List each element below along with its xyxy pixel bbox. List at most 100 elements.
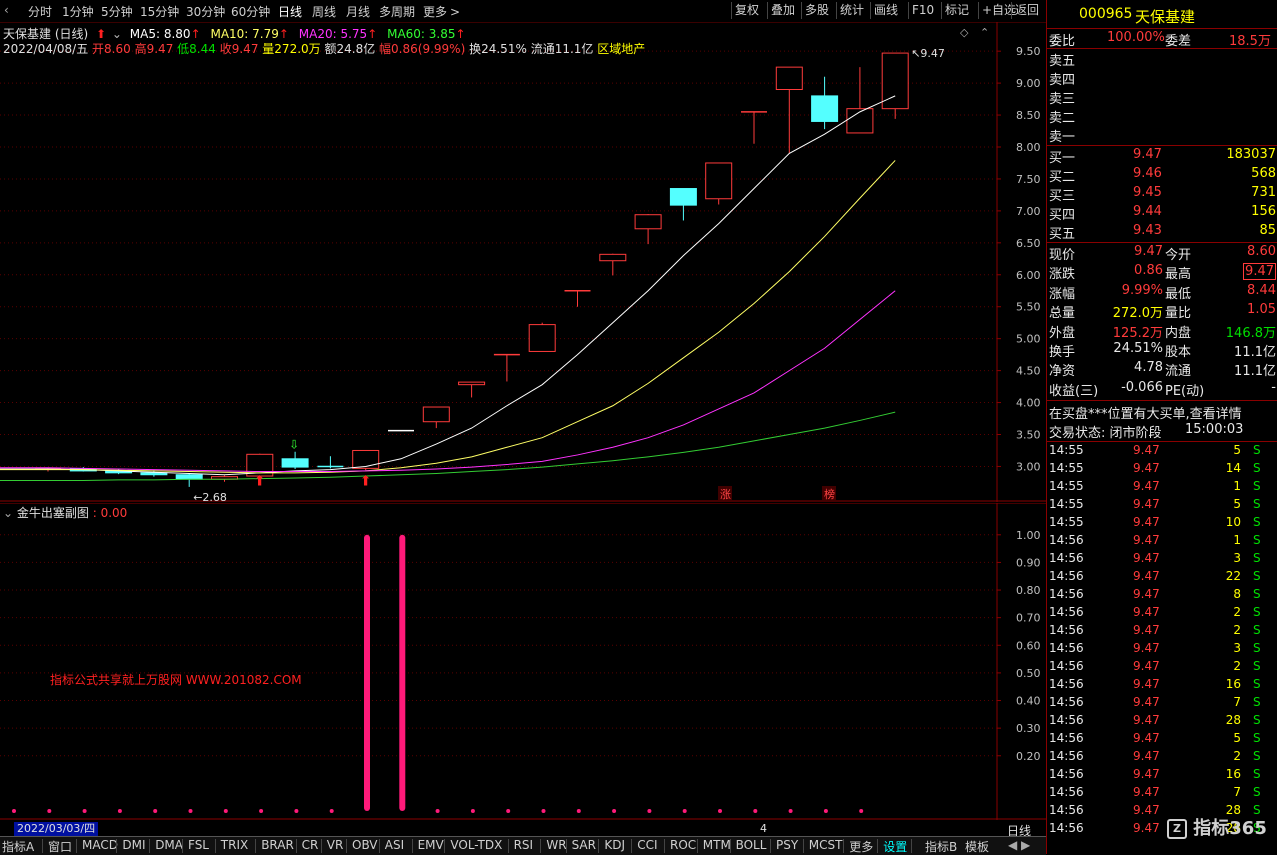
indicator-tab-5[interactable]: FSL (188, 838, 209, 852)
indicator-tab-0[interactable]: 指标A (2, 838, 34, 855)
y-tick-label: 6.00 (1016, 269, 1041, 282)
indicator-tab-8[interactable]: CR (302, 838, 319, 852)
candle (493, 353, 520, 382)
toolbar-button-8[interactable]: 返回 (1011, 2, 1042, 19)
indicator-tab-19[interactable]: ROC (670, 838, 696, 852)
period-toolbar: 分时 1分钟 5分钟 15分钟 30分钟 60分钟 日线 周线 月线 多周期 更多 > 复权 叠加 多股 统计… (0, 0, 1046, 23)
indicator-tab-18[interactable]: CCI (637, 838, 657, 852)
indicator-tab-1[interactable]: 窗口 (48, 838, 72, 855)
ma5-label: MA5: 8.80 (129, 27, 191, 41)
tick-row: 14:56 9.47 2 S (1049, 605, 1261, 619)
stock-name: 天保基建 (1135, 8, 1196, 26)
zero-dot (718, 809, 722, 813)
indicator-tab-16[interactable]: SAR (572, 838, 596, 852)
period-tab-4[interactable]: 30分钟 (186, 3, 225, 20)
toolbar-button-0[interactable]: 复权 (731, 2, 762, 19)
y-tick-label: 4.00 (1016, 397, 1041, 410)
stock-code: 000965 (1079, 6, 1133, 22)
quote-stat-row: 涨跌 0.86 最高 9.47 (1049, 263, 1276, 283)
indicator-menu-icon[interactable]: ⌄ (3, 506, 13, 520)
zero-dot (859, 809, 864, 813)
indicator-tab-17[interactable]: KDJ (604, 838, 625, 852)
period-tab-5[interactable]: 60分钟 (231, 3, 270, 20)
indicator-tab-14[interactable]: RSI (514, 838, 534, 852)
toolbar-button-4[interactable]: 画线 (870, 2, 901, 19)
tick-row: 14:56 9.47 22 S (1049, 569, 1261, 583)
indicator-tab-24[interactable]: 更多 (849, 838, 873, 855)
sell-level-row: 卖五 (1049, 54, 1076, 69)
indicator-tab-21[interactable]: BOLL (736, 838, 767, 852)
tick-row: 14:56 9.47 8 S (1049, 587, 1261, 601)
bar-info-line: 2022/04/08/五 开8.60 高9.47 低8.44 收9.47 量27… (3, 40, 645, 57)
kline-chart-area[interactable]: 9.50 9.00 8.50 8.00 7.50 7.00 6.50 6.00 5.50 5.00… (0, 22, 1046, 504)
scroll-arrows-icon[interactable]: ◀ ▶ (1008, 838, 1030, 852)
buy-level-row: 买四 9.44 156 (1049, 204, 1276, 223)
tick-row: 14:55 9.47 1 S (1049, 479, 1261, 493)
candle (458, 381, 486, 398)
dropdown-icon[interactable]: ⌄ (112, 27, 122, 41)
kline-chart[interactable]: 9.50 9.00 8.50 8.00 7.50 7.00 6.50 6.00 5.50 5.00… (0, 22, 1046, 504)
indicator-tab-9[interactable]: VR (327, 838, 344, 852)
diamond-icon[interactable]: ◇ (960, 26, 968, 39)
period-tab-0[interactable]: 分时 (28, 3, 52, 20)
app-logo: Z 指标365 (1167, 814, 1267, 840)
indicator-chart[interactable]: 1.00 0.90 0.80 0.70 0.60 0.50 0.40 0.30 0.20 (0, 502, 1046, 820)
toolbar-button-2[interactable]: 多股 (801, 2, 832, 19)
big-order-notice[interactable]: 在买盘***位置有大买单,查看详情 (1047, 403, 1277, 422)
toolbar-button-5[interactable]: F10 (908, 2, 937, 19)
period-tab-1[interactable]: 1分钟 (62, 3, 94, 20)
toolbar-button-1[interactable]: 叠加 (767, 2, 798, 19)
right-tab-0[interactable]: 指标B (925, 838, 957, 855)
zero-dot (541, 809, 546, 813)
indicator-tab-25[interactable]: 设置 (883, 838, 907, 855)
collapse-icon[interactable]: ⌃ (980, 26, 989, 39)
indicator-chart-area[interactable]: 1.00 0.90 0.80 0.70 0.60 0.50 0.40 0.30 0.20 ⌄ 金… (0, 502, 1046, 820)
period-tab-3[interactable]: 15分钟 (140, 3, 179, 20)
candle (317, 456, 344, 469)
buy-level-row: 买二 9.46 568 (1049, 166, 1276, 185)
indicator-tab-11[interactable]: ASI (385, 838, 404, 852)
period-tab-7[interactable]: 周线 (312, 3, 336, 20)
indicator-value: : 0.00 (92, 506, 128, 520)
indicator-tab-22[interactable]: PSY (776, 838, 798, 852)
ma20-line (47, 290, 896, 473)
y-tick-label: 9.00 (1016, 77, 1041, 90)
indicator-tab-13[interactable]: VOL-TDX (450, 838, 502, 852)
indicator-tab-23[interactable]: MCST (809, 838, 843, 852)
indicator-tab-7[interactable]: BRAR (261, 838, 294, 852)
indicator-tab-12[interactable]: EMV (418, 838, 444, 852)
period-tab-10[interactable]: 更多 > (423, 3, 460, 20)
candle (846, 67, 874, 134)
indicator-tab-4[interactable]: DMA (155, 838, 183, 852)
indicator-tab-2[interactable]: MACD (82, 838, 118, 852)
candle (175, 473, 203, 487)
tick-row: 14:56 9.47 3 S (1049, 551, 1261, 565)
sub-y-tick-label: 0.40 (1016, 695, 1041, 708)
period-tab-2[interactable]: 5分钟 (101, 3, 133, 20)
quote-panel: 000965 天保基建 委比 100.00% 委差 18.5万 卖五 卖四 卖三 卖二… (1046, 0, 1277, 854)
indicator-tab-20[interactable]: MTM (703, 838, 731, 852)
weibi-row: 委比 100.00% 委差 18.5万 (1049, 30, 1271, 49)
quote-stat-row: 涨幅 9.99% 最低 8.44 (1049, 282, 1276, 302)
indicator-tab-15[interactable]: WR (546, 838, 566, 852)
info-sector[interactable]: 区域地产 (597, 42, 645, 56)
tick-row: 14:56 9.47 7 S (1049, 695, 1261, 709)
period-tab-6[interactable]: 日线 (278, 3, 302, 20)
indicator-tab-10[interactable]: OBV (352, 838, 378, 852)
period-tab-9[interactable]: 多周期 (379, 3, 415, 20)
period-tab-8[interactable]: 月线 (346, 3, 370, 20)
toolbar-button-6[interactable]: 标记 (941, 2, 972, 19)
indicator-tab-6[interactable]: TRIX (221, 838, 248, 852)
zero-dot (47, 809, 52, 813)
sell-level-row: 卖一 (1049, 130, 1076, 145)
candle (388, 429, 414, 432)
toolbar-button-3[interactable]: 统计 (836, 2, 867, 19)
y-tick-label: 8.00 (1016, 141, 1041, 154)
right-tab-1[interactable]: 模板 (965, 838, 989, 855)
zero-dot (647, 809, 652, 813)
tick-row: 14:56 9.47 3 S (1049, 641, 1261, 655)
y-tick-label: 3.00 (1016, 460, 1041, 473)
indicator-tab-3[interactable]: DMI (122, 838, 145, 852)
ma20-label: MA20: 5.75 (298, 27, 368, 41)
y-tick-label: 8.50 (1016, 109, 1041, 122)
